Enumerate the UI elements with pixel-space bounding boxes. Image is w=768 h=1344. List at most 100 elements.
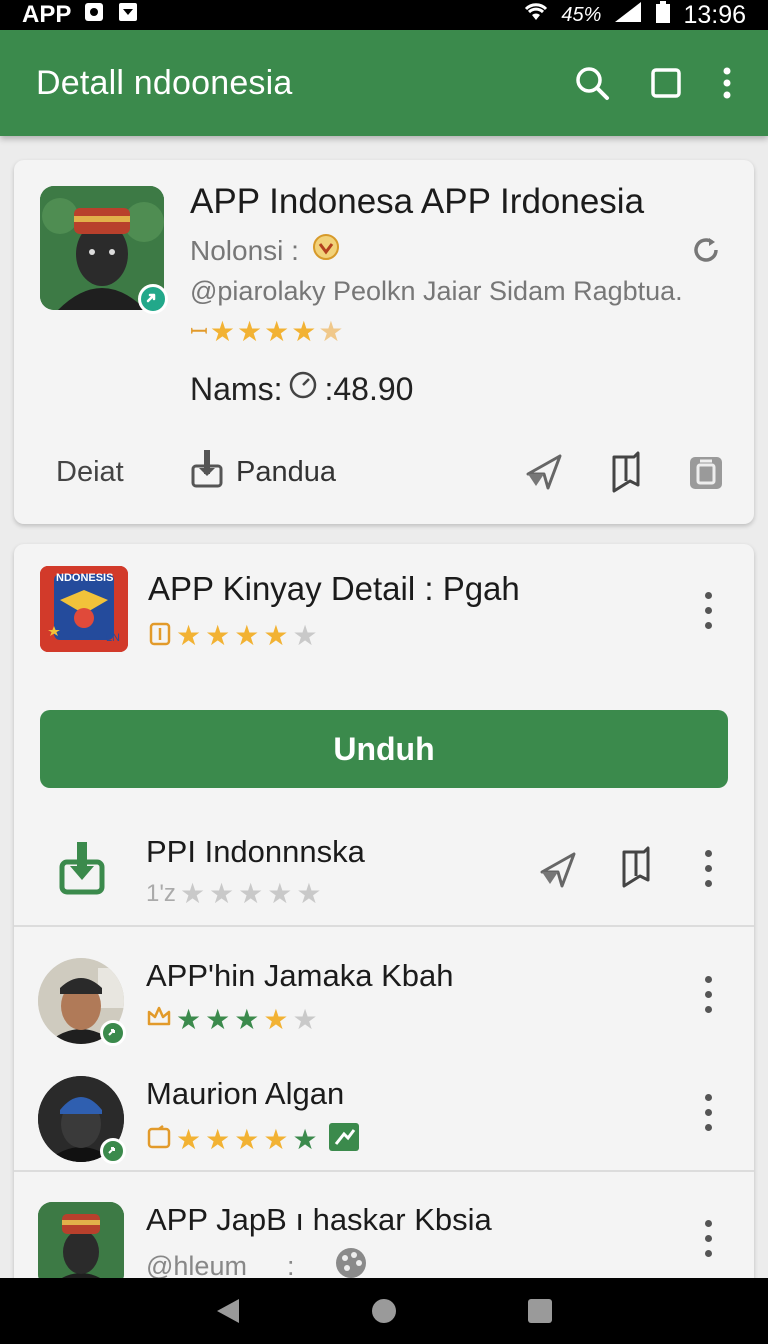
crown-outline-icon (146, 1004, 172, 1035)
download-notification-icon (117, 1, 139, 30)
star-icon: ★ (264, 316, 290, 347)
star-icon: ★ (263, 619, 289, 651)
list-item-title: PPI Indonnnska (146, 834, 365, 869)
delete-icon[interactable] (688, 453, 724, 491)
star-icon: ★ (205, 619, 231, 651)
status-app-label: APP (22, 1, 72, 28)
recents-icon[interactable] (527, 1298, 553, 1324)
star-empty-icon: ★ (292, 619, 318, 651)
featured-action-icons (524, 451, 724, 493)
star-empty-icon: ★ (296, 878, 322, 909)
bookmark-icon[interactable] (618, 846, 654, 888)
top-item-more-icon[interactable] (702, 592, 714, 629)
more-vert-icon[interactable] (722, 66, 732, 100)
app-bar-title: Detall ndoonesia (36, 63, 293, 102)
featured-subtitle-text: Nolonsi : (190, 234, 299, 266)
star-icon: ★ (263, 1003, 289, 1035)
avatar (38, 958, 126, 1046)
home-icon[interactable] (370, 1297, 398, 1325)
list-item[interactable]: APP'hin Jamaka Kbah ★ ★ ★ ★ ★ (14, 934, 754, 1052)
list-item-more-icon[interactable] (702, 1220, 714, 1257)
logo-text: NDONESIS (56, 572, 114, 584)
star-icon: ★ (209, 316, 236, 347)
details-link[interactable]: Deiat (56, 456, 124, 489)
list-item-more-icon[interactable] (702, 1094, 714, 1131)
featured-app-card[interactable]: APP Indonesa APP Irdonesia Nolonsi : @pi… (14, 160, 754, 524)
app-list-card: NDONESIS LN APP Kinyay Detail : Pgah ★ ★… (14, 544, 754, 1284)
star-icon: ★ (176, 1003, 202, 1035)
star-empty-icon: ★ (179, 878, 206, 909)
search-icon[interactable] (574, 65, 610, 101)
star-icon: ★ (237, 316, 263, 347)
signal-icon (613, 1, 643, 30)
featured-price: Nams: :48.90 (190, 370, 413, 408)
refresh-icon[interactable] (688, 232, 724, 268)
logo-corner-text: LN (105, 632, 120, 644)
avatar (38, 1076, 126, 1164)
price-value: :48.90 (324, 370, 414, 407)
back-icon[interactable] (215, 1297, 241, 1325)
featured-app-title: APP Indonesa APP Irdonesia (190, 182, 645, 221)
star-half-icon: ★ (318, 316, 344, 347)
guide-label: Pandua (236, 455, 336, 488)
bookmark-icon[interactable] (608, 451, 644, 493)
share-icon[interactable] (538, 850, 578, 890)
rating-prefix-icon: ꟷ (190, 319, 208, 344)
featured-rating: ꟷ ★ ★ ★ ★ ★ (190, 318, 343, 346)
featured-developer: @piarolaky Peolkn Jaiar Sidam Ragbtua. (190, 276, 683, 306)
star-icon: ★ (234, 1003, 260, 1035)
list-item[interactable]: PPI Indonnnska 1'z ★ ★ ★ ★ ★ (14, 806, 754, 926)
list-item-more-icon[interactable] (702, 850, 714, 887)
guide-button[interactable]: Pandua (190, 448, 336, 496)
badge-outline-icon (146, 1124, 172, 1155)
emblem-icon (309, 232, 343, 269)
share-icon[interactable] (524, 452, 564, 492)
featured-subtitle: Nolonsi : (190, 232, 343, 269)
verified-tag-icon (328, 1122, 360, 1157)
divider (14, 1170, 754, 1172)
star-icon: ★ (234, 1123, 260, 1155)
status-right: 45% 13:96 (523, 0, 746, 30)
sync-badge-icon (100, 1020, 126, 1046)
divider (14, 925, 754, 927)
featured-actions: Deiat Pandua (14, 442, 754, 502)
badge-outline-icon (148, 620, 172, 651)
list-item-rating: 1'z ★ ★ ★ ★ ★ (146, 880, 321, 908)
star-icon: ★ (292, 1123, 318, 1155)
list-item[interactable]: APP JapB ı haskar Kbsia @hleum : (14, 1180, 754, 1284)
list-item-rating: ★ ★ ★ ★ ★ (146, 1004, 318, 1035)
clock: 13:96 (683, 0, 746, 29)
battery-icon (655, 0, 671, 30)
status-left: APP (22, 1, 139, 30)
list-item-more-icon[interactable] (702, 976, 714, 1013)
star-icon: ★ (263, 1123, 289, 1155)
meter-icon (288, 370, 318, 408)
list-item-title: APP'hin Jamaka Kbah (146, 958, 454, 993)
square-icon[interactable] (650, 67, 682, 99)
list-item-title: APP JapB ı haskar Kbsia (146, 1202, 492, 1237)
battery-percent: 45% (561, 3, 602, 26)
list-item[interactable]: Maurion Algan ★ ★ ★ ★ ★ (14, 1052, 754, 1172)
sync-badge-icon (138, 284, 168, 314)
price-label: Nams: (190, 370, 283, 407)
star-empty-icon: ★ (238, 878, 264, 909)
rating-prefix: 1'z (146, 880, 176, 907)
star-empty-icon: ★ (209, 878, 235, 909)
notification-icon (83, 1, 105, 30)
star-icon: ★ (205, 1123, 231, 1155)
download-app-icon (58, 840, 106, 901)
star-icon: ★ (205, 1003, 231, 1035)
star-icon: ★ (234, 619, 260, 651)
navigation-bar (0, 1278, 768, 1344)
star-empty-icon: ★ (267, 878, 293, 909)
app-icon-portrait[interactable] (40, 186, 168, 314)
top-item-rating: ★ ★ ★ ★ ★ (148, 620, 318, 651)
list-item-rating: ★ ★ ★ ★ ★ (146, 1122, 360, 1157)
download-button[interactable]: Unduh (40, 710, 728, 788)
download-tray-icon (190, 448, 224, 496)
status-bar: APP 45% 13:96 (0, 0, 768, 30)
sync-badge-icon (100, 1138, 126, 1164)
top-item-title: APP Kinyay Detail : Pgah (148, 570, 520, 607)
app-logo-emblem[interactable]: NDONESIS LN (40, 566, 128, 652)
app-bar-actions (574, 65, 732, 101)
